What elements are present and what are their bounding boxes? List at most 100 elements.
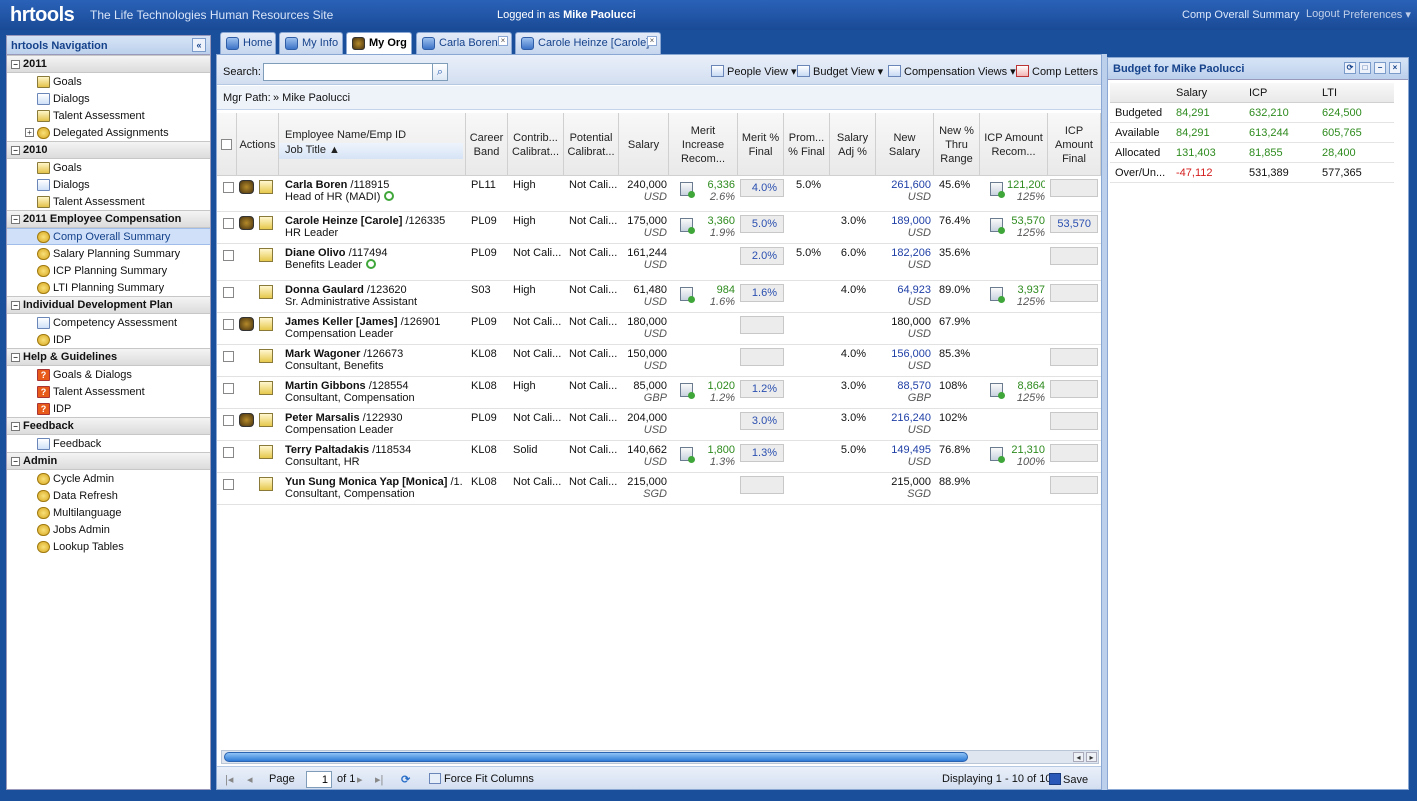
collapse-toggle-icon[interactable]: −	[11, 145, 20, 155]
next-page-icon[interactable]: ▸	[357, 773, 363, 786]
table-row[interactable]: Carole Heinze [Carole] /126335 HR Leader P…	[217, 212, 1101, 244]
binoculars-icon[interactable]	[239, 317, 254, 331]
merit-final-input[interactable]: 1.2%	[740, 380, 784, 398]
calculator-icon[interactable]	[990, 182, 1005, 198]
col-new-salary[interactable]: New Salary	[876, 113, 934, 176]
edit-icon[interactable]	[259, 285, 273, 299]
col-new-thru-range[interactable]: New % Thru Range	[934, 113, 980, 176]
employee-name-cell[interactable]: Donna Gaulard /123620 Sr. Administrative …	[285, 284, 463, 308]
collapse-toggle-icon[interactable]: −	[11, 352, 20, 362]
employee-name-cell[interactable]: Carla Boren /118915 Head of HR (MADI)	[285, 179, 463, 203]
preferences-menu[interactable]: Preferences ▾	[1343, 8, 1411, 21]
employee-name-cell[interactable]: Carole Heinze [Carole] /126335 HR Leader	[285, 215, 463, 239]
minimize-icon[interactable]: −	[1374, 62, 1386, 74]
previous-page-icon[interactable]: ◂	[247, 773, 253, 786]
calculator-icon[interactable]	[680, 383, 695, 399]
people-view-menu[interactable]: People View ▾	[711, 65, 797, 78]
expand-toggle-icon[interactable]: +	[25, 128, 34, 137]
row-select-checkbox[interactable]	[223, 287, 234, 298]
col-merit-increase-rec[interactable]: Merit Increase Recom...	[669, 113, 738, 176]
tab-carole-heinze[interactable]: Carole Heinze [Carole] ×	[515, 32, 661, 54]
search-icon[interactable]: ⌕	[432, 63, 448, 81]
nav-item-cycle-admin[interactable]: Cycle Admin	[7, 470, 210, 487]
merit-final-input[interactable]: 3.0%	[740, 412, 784, 430]
employee-name[interactable]: Peter Marsalis	[285, 412, 360, 424]
employee-name-cell[interactable]: James Keller [James] /126901 Compensation…	[285, 316, 463, 340]
row-select-checkbox[interactable]	[223, 351, 234, 362]
employee-name[interactable]: Yun Sung Monica Yap [Monica]	[285, 476, 447, 488]
edit-icon[interactable]	[259, 445, 273, 459]
table-row[interactable]: Martin Gibbons /128554 Consultant, Compen…	[217, 377, 1101, 409]
employee-name-cell[interactable]: Peter Marsalis /122930 Compensation Leade…	[285, 412, 463, 436]
calculator-icon[interactable]	[680, 182, 695, 198]
nav-item-data-refresh[interactable]: Data Refresh	[7, 487, 210, 504]
select-all-header[interactable]	[217, 113, 237, 176]
binoculars-icon[interactable]	[239, 180, 254, 194]
icp-final-input[interactable]	[1050, 348, 1098, 366]
tab-my-org[interactable]: My Org	[346, 32, 412, 55]
tab-carla-boren[interactable]: Carla Boren ×	[416, 32, 512, 54]
table-row[interactable]: Donna Gaulard /123620 Sr. Administrative …	[217, 281, 1101, 313]
icp-final-input[interactable]	[1050, 284, 1098, 302]
row-select-checkbox[interactable]	[223, 182, 234, 193]
employee-name[interactable]: Carole Heinze [Carole]	[285, 215, 402, 227]
refresh-icon[interactable]: ⟳	[401, 773, 410, 786]
table-row[interactable]: Terry Paltadakis /118534 Consultant, HR KL…	[217, 441, 1101, 473]
last-page-icon[interactable]: ▸|	[375, 773, 383, 786]
collapse-toggle-icon[interactable]: −	[11, 59, 20, 69]
col-promotion-final[interactable]: Prom... % Final	[784, 113, 830, 176]
nav-item-lti-planning[interactable]: LTI Planning Summary	[7, 279, 210, 296]
nav-item-help-goals-dialogs[interactable]: ? Goals & Dialogs	[7, 366, 210, 383]
nav-item-goals-2010[interactable]: Goals	[7, 159, 210, 176]
binoculars-icon[interactable]	[239, 413, 254, 427]
close-icon[interactable]: ×	[1389, 62, 1401, 74]
icp-final-input[interactable]	[1050, 412, 1098, 430]
budget-view-menu[interactable]: Budget View ▾	[797, 65, 883, 78]
calculator-icon[interactable]	[990, 218, 1005, 234]
nav-item-lookup-tables[interactable]: Lookup Tables	[7, 538, 210, 555]
close-tab-icon[interactable]: ×	[498, 36, 508, 46]
collapse-toggle-icon[interactable]: −	[11, 421, 20, 431]
table-row[interactable]: Peter Marsalis /122930 Compensation Leade…	[217, 409, 1101, 441]
employee-name[interactable]: Donna Gaulard	[285, 284, 364, 296]
col-employee-name[interactable]: Employee Name/Emp ID Job Title ▲	[279, 113, 466, 176]
nav-item-help-talent[interactable]: ? Talent Assessment	[7, 383, 210, 400]
nav-item-talent-2011[interactable]: Talent Assessment	[7, 107, 210, 124]
row-select-checkbox[interactable]	[223, 415, 234, 426]
edit-icon[interactable]	[259, 180, 273, 194]
col-merit-final[interactable]: Merit % Final	[738, 113, 784, 176]
merit-final-input[interactable]	[740, 348, 784, 366]
comp-letters-button[interactable]: Comp Letters	[1016, 65, 1098, 78]
nav-section-employee-compensation[interactable]: −2011 Employee Compensation	[7, 210, 210, 228]
employee-name-cell[interactable]: Martin Gibbons /128554 Consultant, Compen…	[285, 380, 463, 404]
employee-name-cell[interactable]: Mark Wagoner /126673 Consultant, Benefits	[285, 348, 463, 372]
app-logo[interactable]: hrtools	[10, 4, 75, 27]
table-row[interactable]: Mark Wagoner /126673 Consultant, Benefits…	[217, 345, 1101, 377]
employee-name[interactable]: Carla Boren	[285, 179, 347, 191]
nav-item-goals-2011[interactable]: Goals	[7, 73, 210, 90]
table-row[interactable]: Carla Boren /118915 Head of HR (MADI) PL11…	[217, 176, 1101, 212]
tab-my-info[interactable]: My Info	[279, 32, 343, 54]
calculator-icon[interactable]	[680, 287, 695, 303]
tab-home[interactable]: Home	[220, 32, 276, 54]
save-button[interactable]: Save	[1049, 773, 1088, 786]
select-all-checkbox[interactable]	[221, 139, 232, 150]
calculator-icon[interactable]	[990, 383, 1005, 399]
edit-icon[interactable]	[259, 216, 273, 230]
binoculars-icon[interactable]	[239, 216, 254, 230]
icp-final-input[interactable]	[1050, 380, 1098, 398]
refresh-icon[interactable]: ⟳	[1344, 62, 1356, 74]
restore-icon[interactable]: □	[1359, 62, 1371, 74]
edit-icon[interactable]	[259, 381, 273, 395]
edit-icon[interactable]	[259, 349, 273, 363]
icp-final-input[interactable]: 53,570	[1050, 215, 1098, 233]
logout-link[interactable]: Logout	[1306, 8, 1340, 20]
table-row[interactable]: Diane Olivo /117494 Benefits Leader PL09 No…	[217, 244, 1101, 281]
merit-final-input[interactable]: 5.0%	[740, 215, 784, 233]
nav-item-jobs-admin[interactable]: Jobs Admin	[7, 521, 210, 538]
merit-final-input[interactable]	[740, 476, 784, 494]
col-icp-amount-final[interactable]: ICP Amount Final	[1048, 113, 1101, 176]
nav-item-talent-2010[interactable]: Talent Assessment	[7, 193, 210, 210]
employee-name[interactable]: Terry Paltadakis	[285, 444, 369, 456]
nav-item-competency[interactable]: Competency Assessment	[7, 314, 210, 331]
